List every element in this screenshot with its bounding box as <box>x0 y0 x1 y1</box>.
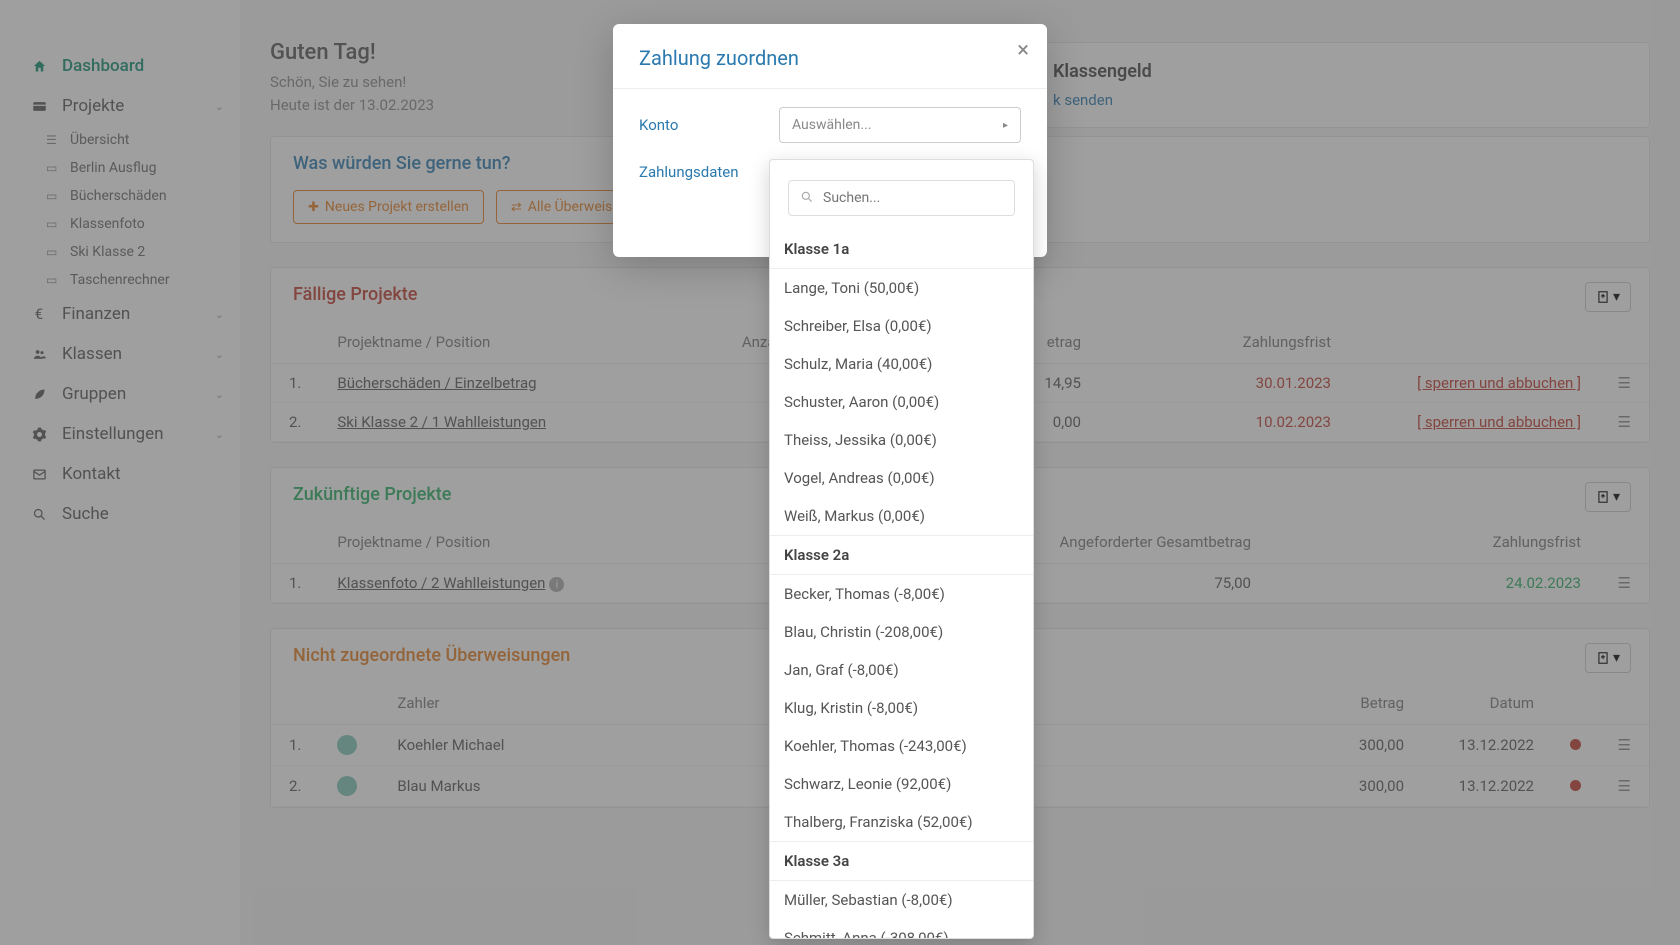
label-zahlungsdaten: Zahlungsdaten <box>639 163 779 181</box>
caret-right-icon: ▸ <box>1003 120 1008 131</box>
konto-dropdown: Klasse 1aLange, Toni (50,00€)Schreiber, … <box>769 159 1034 939</box>
dropdown-item[interactable]: Müller, Sebastian (-8,00€) <box>770 881 1033 919</box>
modal-title: Zahlung zuordnen <box>639 46 1021 70</box>
select-placeholder: Auswählen... <box>792 117 871 133</box>
dropdown-item[interactable]: Schwarz, Leonie (92,00€) <box>770 765 1033 803</box>
dropdown-group-header: Klasse 2a <box>770 536 1033 575</box>
dropdown-item[interactable]: Schuster, Aaron (0,00€) <box>770 383 1033 421</box>
dropdown-item[interactable]: Schulz, Maria (40,00€) <box>770 345 1033 383</box>
dropdown-search-input[interactable] <box>788 180 1015 216</box>
dropdown-item[interactable]: Weiß, Markus (0,00€) <box>770 497 1033 535</box>
konto-select[interactable]: Auswählen... ▸ <box>779 107 1021 143</box>
dropdown-item[interactable]: Blau, Christin (-208,00€) <box>770 613 1033 651</box>
dropdown-item[interactable]: Theiss, Jessika (0,00€) <box>770 421 1033 459</box>
dropdown-item[interactable]: Schreiber, Elsa (0,00€) <box>770 307 1033 345</box>
search-icon <box>800 189 814 205</box>
dropdown-group-header: Klasse 1a <box>770 230 1033 269</box>
dropdown-item[interactable]: Jan, Graf (-8,00€) <box>770 651 1033 689</box>
dropdown-item[interactable]: Vogel, Andreas (0,00€) <box>770 459 1033 497</box>
dropdown-item[interactable]: Schmitt, Anna (-308,00€) <box>770 919 1033 939</box>
dropdown-item[interactable]: Lange, Toni (50,00€) <box>770 269 1033 307</box>
dropdown-item[interactable]: Koehler, Thomas (-243,00€) <box>770 727 1033 765</box>
dropdown-item[interactable]: Thalberg, Franziska (52,00€) <box>770 803 1033 841</box>
dropdown-item[interactable]: Klug, Kristin (-8,00€) <box>770 689 1033 727</box>
dropdown-group-header: Klasse 3a <box>770 842 1033 881</box>
label-konto: Konto <box>639 116 779 134</box>
dropdown-item[interactable]: Becker, Thomas (-8,00€) <box>770 575 1033 613</box>
close-button[interactable]: × <box>1017 38 1029 63</box>
